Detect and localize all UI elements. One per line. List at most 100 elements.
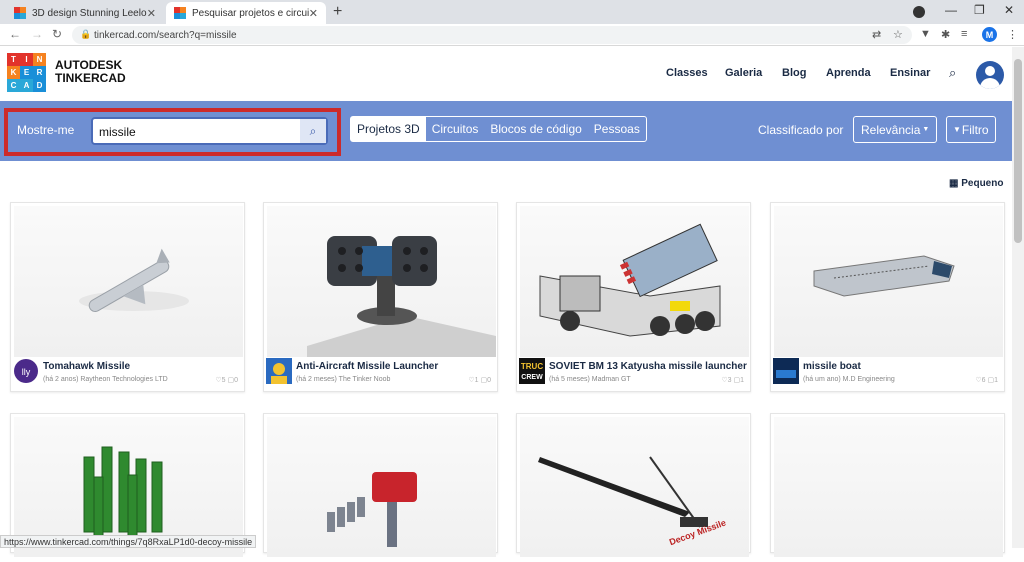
- url-text: tinkercad.com/search?q=missile: [94, 29, 237, 41]
- nav-ensinar[interactable]: Ensinar: [890, 67, 930, 79]
- author-avatar[interactable]: [773, 358, 799, 384]
- logo-letter: R: [33, 66, 46, 79]
- logo-letter: E: [20, 66, 33, 79]
- reload-icon[interactable]: ↻: [52, 27, 62, 41]
- minimize-icon[interactable]: —: [945, 3, 957, 17]
- brand-name: AUTODESK TINKERCAD: [55, 59, 126, 85]
- url-field[interactable]: 🔒 tinkercad.com/search?q=missile: [72, 26, 912, 44]
- project-card[interactable]: lly Tomahawk Missile (há 2 anos) Raytheo…: [10, 202, 245, 392]
- project-card[interactable]: [770, 413, 1005, 557]
- close-window-icon[interactable]: ✕: [1004, 3, 1014, 17]
- tab-blocos-de-codigo[interactable]: Blocos de código: [484, 117, 587, 141]
- project-meta: (há 2 anos) Raytheon Technologies LTD: [43, 376, 168, 383]
- sort-dropdown[interactable]: Relevância ▼: [853, 116, 938, 143]
- search-strip: Mostre-me missile ⌕ Projetos 3D Circuito…: [0, 101, 1012, 161]
- search-icon[interactable]: ⌕: [949, 65, 956, 81]
- extension-icon[interactable]: ▼: [920, 28, 931, 40]
- project-card[interactable]: Decoy Missile: [516, 413, 751, 557]
- forward-icon[interactable]: →: [31, 27, 43, 41]
- project-title[interactable]: SOVIET BM 13 Katyusha missile launcher: [549, 361, 747, 372]
- lock-icon: 🔒: [80, 29, 92, 39]
- profile-avatar[interactable]: M: [982, 27, 997, 42]
- tinkercad-favicon: [14, 7, 26, 19]
- project-thumbnail[interactable]: [267, 206, 496, 357]
- scrollbar-thumb[interactable]: [1014, 59, 1022, 243]
- project-thumbnail[interactable]: [267, 417, 496, 557]
- project-title[interactable]: Tomahawk Missile: [43, 361, 130, 372]
- svg-text:lly: lly: [22, 367, 31, 377]
- project-thumbnail[interactable]: [774, 417, 1003, 557]
- project-thumbnail[interactable]: [14, 206, 243, 357]
- close-icon[interactable]: ✕: [147, 7, 156, 20]
- logo-letter: A: [20, 79, 33, 92]
- tab-projetos-3d[interactable]: Projetos 3D: [351, 117, 426, 141]
- search-icon: ⌕: [309, 123, 317, 138]
- tab-title: Pesquisar projetos e circuitos 3D: [192, 7, 309, 19]
- category-tabs: Projetos 3D Circuitos Blocos de código P…: [350, 116, 647, 142]
- show-me-label: Mostre-me: [17, 123, 75, 137]
- browser-tab-active[interactable]: Pesquisar projetos e circuitos 3D ✕: [166, 2, 326, 24]
- caret-down-icon: ▼: [922, 126, 930, 133]
- vertical-scrollbar[interactable]: [1012, 47, 1024, 548]
- puzzle-icon[interactable]: ✱: [941, 28, 950, 41]
- tab-circuitos[interactable]: Circuitos: [426, 117, 485, 141]
- project-card[interactable]: Anti-Aircraft Missile Launcher (há 2 mes…: [263, 202, 498, 392]
- close-icon[interactable]: ✕: [309, 7, 318, 20]
- logo-letter: C: [7, 79, 20, 92]
- project-card[interactable]: [263, 413, 498, 557]
- logo-letter: N: [33, 53, 46, 66]
- logo-letter: K: [7, 66, 20, 79]
- author-avatar[interactable]: TRUC CREW: [519, 358, 545, 384]
- author-avatar[interactable]: [266, 358, 292, 384]
- nav-galeria[interactable]: Galeria: [725, 67, 762, 79]
- translate-icon[interactable]: ⇄: [872, 28, 881, 41]
- site-header: T I N K E R C A D AUTODESK TINKERCAD Cla…: [0, 47, 1012, 101]
- svg-text:TRUC: TRUC: [521, 362, 543, 371]
- project-stats: ♡3 ▢1: [721, 377, 744, 384]
- browser-tab-bar: 3D design Stunning Leelo-Amber ✕ Pesquis…: [0, 0, 1024, 24]
- search-input[interactable]: missile ⌕: [91, 117, 328, 145]
- media-icon[interactable]: ≡: [961, 28, 967, 40]
- star-icon[interactable]: ☆: [893, 28, 903, 41]
- user-avatar[interactable]: [976, 61, 1004, 89]
- menu-icon[interactable]: ⋮: [1007, 28, 1018, 41]
- project-card[interactable]: TRUC CREW SOVIET BM 13 Katyusha missile l…: [516, 202, 751, 392]
- project-card[interactable]: [10, 413, 245, 557]
- new-tab-icon[interactable]: +: [333, 3, 342, 21]
- tinkercad-logo[interactable]: T I N K E R C A D: [7, 53, 46, 92]
- project-stats: ♡5 ▢0: [215, 377, 238, 384]
- search-button[interactable]: ⌕: [300, 119, 326, 143]
- project-thumbnail[interactable]: [774, 206, 1003, 357]
- filter-button[interactable]: ▼ Filtro: [946, 116, 996, 143]
- view-toggle[interactable]: ▦ Pequeno: [949, 178, 1003, 189]
- project-meta: (há 5 meses) Madman GT: [549, 376, 631, 383]
- project-thumbnail[interactable]: Decoy Missile: [520, 417, 749, 557]
- nav-blog[interactable]: Blog: [782, 67, 806, 79]
- search-input-value: missile: [99, 125, 136, 139]
- logo-letter: T: [7, 53, 20, 66]
- view-toggle-label: Pequeno: [961, 178, 1004, 189]
- project-meta: (há 2 meses) The Tinker Noob: [296, 376, 391, 383]
- tinkercad-favicon: [174, 7, 186, 19]
- maximize-icon[interactable]: ❐: [974, 3, 985, 17]
- project-stats: ♡6 ▢1: [975, 377, 998, 384]
- author-avatar[interactable]: lly: [13, 358, 39, 384]
- nav-classes[interactable]: Classes: [666, 67, 708, 79]
- status-bar: https://www.tinkercad.com/things/7q8RxaL…: [0, 535, 257, 548]
- address-bar-row: ← → ↻ 🔒 tinkercad.com/search?q=missile ⇄…: [0, 24, 1024, 46]
- logo-letter: I: [20, 53, 33, 66]
- project-card[interactable]: missile boat (há um ano) M.D Engineering…: [770, 202, 1005, 392]
- back-icon[interactable]: ←: [9, 27, 21, 41]
- project-thumbnail[interactable]: [520, 206, 749, 357]
- filter-label: Filtro: [961, 122, 989, 137]
- tab-pessoas[interactable]: Pessoas: [588, 117, 646, 141]
- sort-value: Relevância: [861, 122, 921, 137]
- tab-search-icon[interactable]: [913, 6, 925, 18]
- project-stats: ♡1 ▢0: [468, 377, 491, 384]
- logo-letter: D: [33, 79, 46, 92]
- filter-icon: ▼: [953, 125, 961, 134]
- project-title[interactable]: missile boat: [803, 361, 861, 372]
- nav-aprenda[interactable]: Aprenda: [826, 67, 871, 79]
- browser-tab[interactable]: 3D design Stunning Leelo-Amber ✕: [6, 2, 164, 24]
- project-title[interactable]: Anti-Aircraft Missile Launcher: [296, 361, 438, 372]
